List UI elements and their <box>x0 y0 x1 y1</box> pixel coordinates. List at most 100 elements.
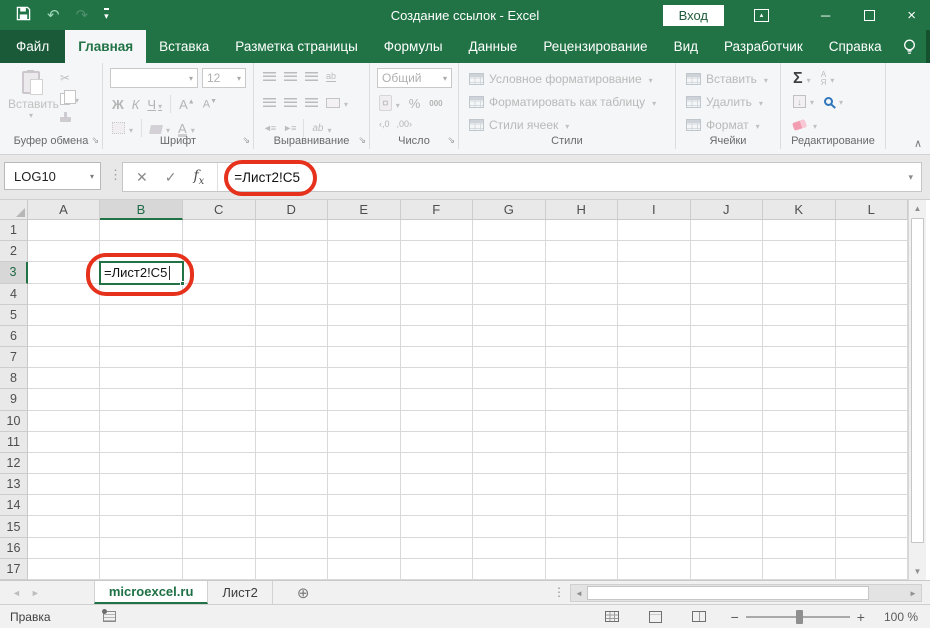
cell-C14[interactable] <box>183 495 256 516</box>
sheet-tab-microexcel.ru[interactable]: microexcel.ru <box>94 581 209 604</box>
cell-B13[interactable] <box>100 474 183 495</box>
cell-G9[interactable] <box>473 389 546 410</box>
cell-F9[interactable] <box>401 389 474 410</box>
cell-L7[interactable] <box>836 347 909 368</box>
cell-K16[interactable] <box>763 538 836 559</box>
decrease-decimal-icon[interactable]: ,00› <box>397 119 413 129</box>
column-header-D[interactable]: D <box>256 200 329 220</box>
row-header-5[interactable]: 5 <box>0 305 28 326</box>
align-center-icon[interactable] <box>284 98 297 107</box>
collapse-ribbon-icon[interactable]: ∧ <box>914 137 922 150</box>
save-icon[interactable] <box>16 6 31 24</box>
tab-file[interactable]: Файл <box>0 30 65 63</box>
number-dialog-launcher-icon[interactable]: ⇘ <box>447 135 455 146</box>
cell-J16[interactable] <box>691 538 764 559</box>
underline-button[interactable]: Ч <box>147 97 162 112</box>
scroll-down-icon[interactable]: ▼ <box>909 563 926 580</box>
column-header-E[interactable]: E <box>328 200 401 220</box>
bold-button[interactable]: Ж <box>112 97 124 112</box>
cell-C12[interactable] <box>183 453 256 474</box>
cell-D4[interactable] <box>256 284 329 305</box>
cell-B17[interactable] <box>100 559 183 580</box>
lightbulb-icon[interactable] <box>895 30 924 63</box>
cell-F10[interactable] <box>401 411 474 432</box>
cell-A13[interactable] <box>28 474 100 495</box>
cell-C13[interactable] <box>183 474 256 495</box>
expand-formula-bar-icon[interactable]: ▾ <box>908 172 913 183</box>
cell-I10[interactable] <box>618 411 691 432</box>
cell-A2[interactable] <box>28 241 100 262</box>
formula-text[interactable]: =Лист2!C5 <box>218 170 300 185</box>
cell-D8[interactable] <box>256 368 329 389</box>
cell-D5[interactable] <box>256 305 329 326</box>
cell-H15[interactable] <box>546 516 619 537</box>
align-bottom-icon[interactable] <box>305 72 318 81</box>
cell-K12[interactable] <box>763 453 836 474</box>
cell-H3[interactable] <box>546 262 619 283</box>
cell-I8[interactable] <box>618 368 691 389</box>
column-header-C[interactable]: C <box>183 200 256 220</box>
font-dialog-launcher-icon[interactable]: ⇘ <box>242 135 250 146</box>
enter-icon[interactable]: ✓ <box>165 169 177 186</box>
cell-J5[interactable] <box>691 305 764 326</box>
cell-B11[interactable] <box>100 432 183 453</box>
grow-font-button[interactable]: А▲ <box>179 97 195 112</box>
cell-D13[interactable] <box>256 474 329 495</box>
cell-B4[interactable] <box>100 284 183 305</box>
format-cells-item-dropdown-arrow[interactable] <box>754 118 760 132</box>
cell-E4[interactable] <box>328 284 401 305</box>
cell-F5[interactable] <box>401 305 474 326</box>
cell-F11[interactable] <box>401 432 474 453</box>
formula-input[interactable]: ✕ ✓ fx =Лист2!C5 ▾ <box>122 162 922 192</box>
cell-I13[interactable] <box>618 474 691 495</box>
increase-indent-icon[interactable]: ►≡ <box>283 123 295 133</box>
cell-L2[interactable] <box>836 241 909 262</box>
new-sheet-icon[interactable]: ⊕ <box>297 581 310 604</box>
customize-qat-icon[interactable]: ▾ <box>104 8 109 22</box>
prev-sheet-icon[interactable]: ◄ <box>12 588 21 598</box>
cell-J14[interactable] <box>691 495 764 516</box>
next-sheet-icon[interactable]: ► <box>31 588 40 598</box>
cell-E16[interactable] <box>328 538 401 559</box>
sheetbar-grip[interactable]: ⋮ <box>553 585 565 599</box>
insert-cells-item[interactable]: Вставить <box>686 72 768 86</box>
tab-layout[interactable]: Разметка страницы <box>222 30 370 63</box>
number-format-dropdown-arrow[interactable]: ▾ <box>443 74 447 83</box>
accounting-format-icon[interactable]: ¤ <box>379 95 392 111</box>
cell-H13[interactable] <box>546 474 619 495</box>
cell-F7[interactable] <box>401 347 474 368</box>
cell-E6[interactable] <box>328 326 401 347</box>
cell-G2[interactable] <box>473 241 546 262</box>
tab-assistant[interactable]: Помощн <box>926 30 930 63</box>
row-header-11[interactable]: 11 <box>0 432 28 453</box>
tab-data[interactable]: Данные <box>456 30 531 63</box>
cell-H16[interactable] <box>546 538 619 559</box>
cell-L10[interactable] <box>836 411 909 432</box>
orientation-icon[interactable]: ab <box>312 123 323 134</box>
tab-formulas[interactable]: Формулы <box>371 30 456 63</box>
cell-A3[interactable] <box>28 262 100 283</box>
cell-E15[interactable] <box>328 516 401 537</box>
paste-button[interactable]: Вставить ▾ <box>8 71 54 120</box>
delete-cells-item[interactable]: Удалить <box>686 95 763 109</box>
cell-F2[interactable] <box>401 241 474 262</box>
delete-cells-item-dropdown-arrow[interactable] <box>757 95 763 109</box>
scroll-left-icon[interactable]: ◄ <box>571 585 587 601</box>
cell-G5[interactable] <box>473 305 546 326</box>
cell-G6[interactable] <box>473 326 546 347</box>
cell-K1[interactable] <box>763 220 836 241</box>
cell-K8[interactable] <box>763 368 836 389</box>
macro-record-icon[interactable] <box>103 611 116 622</box>
cell-C9[interactable] <box>183 389 256 410</box>
cell-D14[interactable] <box>256 495 329 516</box>
cell-F8[interactable] <box>401 368 474 389</box>
cell-E12[interactable] <box>328 453 401 474</box>
font-name-combobox[interactable]: ▾ <box>110 68 198 88</box>
row-header-1[interactable]: 1 <box>0 220 28 241</box>
cell-D1[interactable] <box>256 220 329 241</box>
cell-C10[interactable] <box>183 411 256 432</box>
sort-filter-dropdown-arrow[interactable] <box>828 72 834 86</box>
cell-C16[interactable] <box>183 538 256 559</box>
fill-icon[interactable]: ↓ <box>793 95 806 108</box>
sort-filter-icon[interactable]: АЯ <box>821 71 827 87</box>
